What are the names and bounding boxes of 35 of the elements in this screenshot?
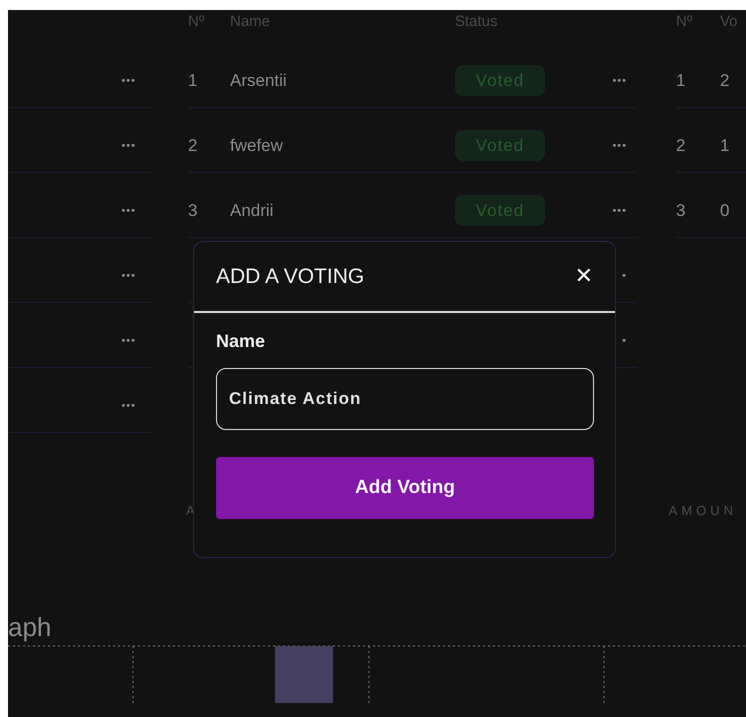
column-header: Nº	[676, 12, 694, 32]
more-menu[interactable]: •	[622, 330, 627, 352]
add-voting-button[interactable]: Add Voting	[216, 457, 594, 519]
table-cell-text: 3	[676, 200, 686, 222]
table-cell-text: 1	[720, 135, 730, 157]
more-menu[interactable]: •••	[121, 265, 136, 287]
table-cell-text: 2	[676, 135, 686, 157]
table-cell-text: 1	[676, 70, 686, 92]
more-menu[interactable]: •••	[121, 330, 136, 352]
more-menu[interactable]: •••	[121, 135, 136, 157]
column-header: Nº	[188, 12, 206, 32]
column-header: Name	[230, 12, 272, 32]
name-field[interactable]: Climate Action	[216, 368, 594, 430]
close-button[interactable]: ✕	[574, 264, 593, 289]
table-cell-text: 0	[720, 200, 730, 222]
more-menu[interactable]: •••	[121, 200, 136, 222]
more-menu[interactable]: •••	[612, 70, 627, 92]
column-header: Status	[455, 12, 499, 32]
more-menu[interactable]: •	[622, 265, 627, 287]
field-label: Name	[216, 331, 266, 352]
table-cell-text: 2	[720, 70, 730, 92]
more-menu[interactable]: •••	[612, 135, 627, 157]
more-menu[interactable]: •••	[612, 200, 627, 222]
table-cell: 2	[188, 136, 198, 155]
table-cell: Andrii	[230, 201, 274, 220]
more-menu[interactable]: •••	[121, 395, 136, 417]
column-header: Vo	[720, 12, 739, 32]
section-label: AMOUN	[668, 503, 738, 518]
graph-title: aph	[8, 612, 52, 642]
more-menu[interactable]: •••	[121, 70, 136, 92]
table-cell: Arsentii	[230, 71, 287, 90]
table-cell: 1	[188, 71, 198, 90]
dialog-title: ADD A VOTING	[216, 264, 364, 288]
table-cell: fwefew	[230, 136, 283, 155]
table-cell: 3	[188, 201, 198, 220]
